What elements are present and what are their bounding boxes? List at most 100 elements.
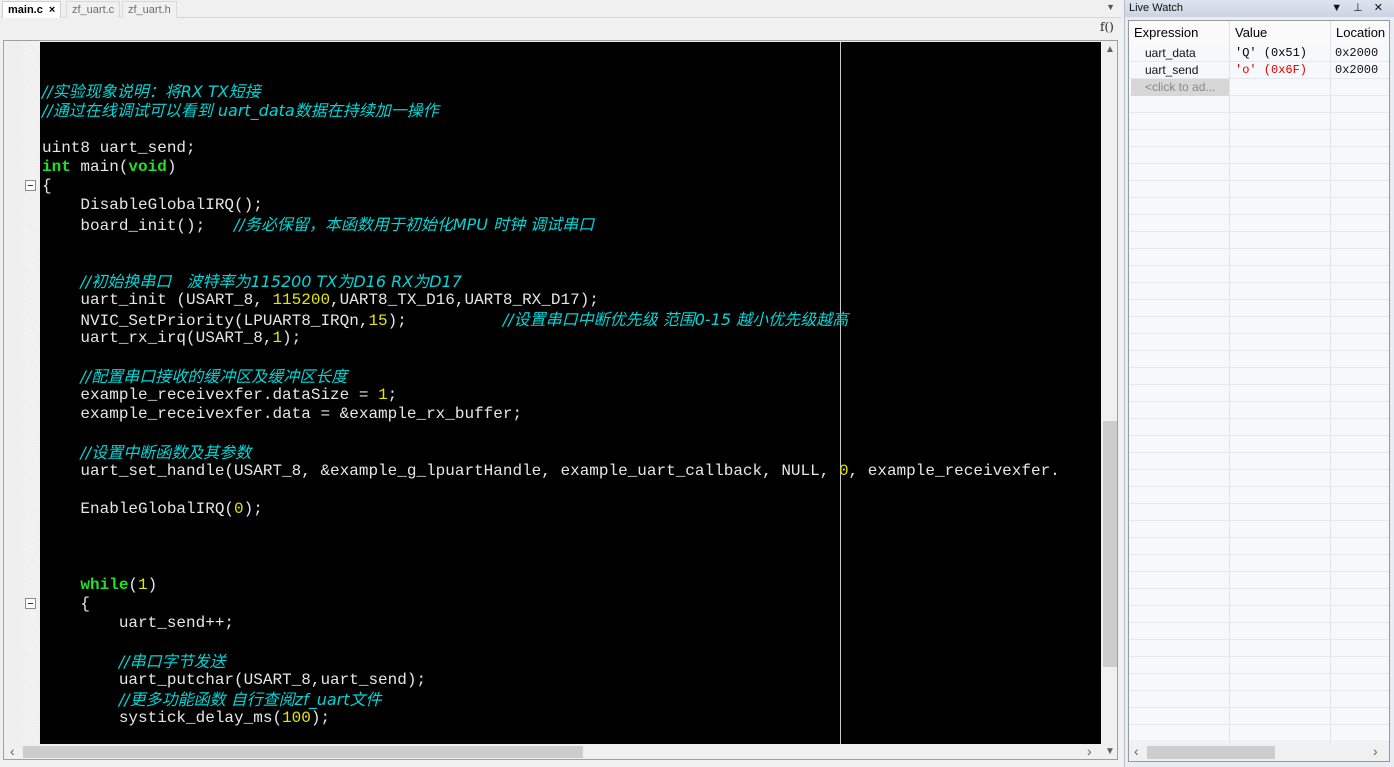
collapse-block-icon[interactable]	[25, 598, 36, 609]
tab-label: main.c	[8, 4, 43, 16]
code-line[interactable]: {	[42, 177, 52, 196]
collapse-block-icon[interactable]	[25, 180, 36, 191]
code-line[interactable]: //串口字节发送	[42, 652, 226, 671]
empty-watch-row	[1129, 657, 1389, 674]
code-keyword: void	[128, 158, 167, 176]
code-number: 15	[368, 312, 388, 330]
code-line[interactable]: uart_send++;	[42, 614, 234, 633]
column-header-location[interactable]: Location	[1331, 21, 1389, 45]
horizontal-scrollbar[interactable]: ‹ ›	[5, 743, 1101, 759]
tab-main-c[interactable]: main.c ×	[2, 1, 62, 18]
empty-watch-row	[1129, 504, 1389, 521]
watch-add-row[interactable]: <click to ad...	[1129, 79, 1389, 96]
code-comment: //初始换串口 波特率为115200 TX为D16 RX为D17	[80, 272, 462, 291]
close-icon[interactable]: ×	[49, 4, 55, 16]
watch-value: 'o' (0x6F)	[1235, 63, 1308, 77]
scroll-left-icon[interactable]: ‹	[1134, 743, 1139, 759]
empty-watch-row	[1129, 317, 1389, 334]
empty-watch-row	[1129, 232, 1389, 249]
empty-watch-row	[1129, 538, 1389, 555]
tab-label: zf_uart.c	[72, 4, 115, 16]
empty-watch-row	[1129, 521, 1389, 538]
code-number: 1	[378, 386, 388, 404]
code-text: uart_send++;	[42, 614, 235, 632]
scroll-left-icon[interactable]: ‹	[10, 743, 15, 759]
watch-row[interactable]: uart_data 'Q' (0x51) 0x2000	[1129, 45, 1389, 62]
empty-watch-row	[1129, 334, 1389, 351]
code-text: )	[166, 158, 177, 176]
code-comment: //实验现象说明：将RX TX短接	[42, 82, 261, 101]
code-line[interactable]: example_receivexfer.dataSize = 1;	[42, 386, 397, 405]
column-header-value[interactable]: Value	[1230, 21, 1330, 45]
tab-zf-uart-h[interactable]: zf_uart.h	[122, 1, 177, 18]
scroll-right-icon[interactable]: ›	[1087, 743, 1092, 759]
code-line[interactable]: systick_delay_ms(100);	[42, 709, 330, 728]
empty-watch-row	[1129, 130, 1389, 147]
code-line[interactable]: //更多功能函数 自行查阅zf_uart文件	[42, 690, 382, 709]
watch-horizontal-scroll-thumb[interactable]	[1147, 746, 1275, 759]
empty-watch-row	[1129, 453, 1389, 470]
code-comment: //串口字节发送	[118, 652, 226, 671]
code-text: {	[42, 177, 52, 195]
vertical-scrollbar[interactable]: ▲ ▼	[1101, 42, 1117, 757]
empty-watch-row	[1129, 147, 1389, 164]
code-text: ,UART8_TX_D16,UART8_RX_D17);	[330, 291, 599, 309]
panel-window-controls[interactable]: ▼ ⊥ ✕	[1331, 0, 1387, 17]
code-text: NVIC_SetPriority(LPUART8_IRQn,	[42, 312, 369, 330]
horizontal-scroll-thumb[interactable]	[23, 746, 583, 758]
code-number: 0	[234, 500, 244, 518]
code-line[interactable]: uart_putchar(USART_8,uart_send);	[42, 671, 426, 690]
function-navigator-icon[interactable]: f()	[1100, 20, 1114, 34]
code-line[interactable]: board_init(); //务必保留，本函数用于初始化MPU 时钟 调试串口	[42, 215, 595, 235]
watch-value: 'Q' (0x51)	[1235, 46, 1308, 60]
code-line[interactable]: //配置串口接收的缓冲区及缓冲区长度	[42, 367, 347, 386]
code-line[interactable]: {	[42, 595, 90, 614]
watch-horizontal-scrollbar[interactable]: ‹ ›	[1129, 743, 1389, 761]
code-line[interactable]: DisableGlobalIRQ();	[42, 196, 262, 215]
code-text: example_receivexfer.dataSize =	[42, 386, 379, 404]
tab-zf-uart-c[interactable]: zf_uart.c	[66, 1, 121, 18]
tab-list-dropdown-icon[interactable]: ▼	[1106, 2, 1115, 12]
code-line[interactable]: uart_rx_irq(USART_8,1);	[42, 329, 301, 348]
code-line[interactable]: example_receivexfer.data = &example_rx_b…	[42, 405, 522, 424]
scroll-down-icon[interactable]: ▼	[1105, 746, 1115, 757]
code-line[interactable]: //设置中断函数及其参数	[42, 443, 251, 462]
code-line[interactable]: while(1)	[42, 576, 157, 595]
watch-row[interactable]: uart_send 'o' (0x6F) 0x2000	[1129, 62, 1389, 79]
code-text: ;	[387, 386, 398, 404]
code-text: uint8 uart_send;	[42, 139, 196, 157]
empty-watch-row	[1129, 606, 1389, 623]
code-line[interactable]: NVIC_SetPriority(LPUART8_IRQn,15); //设置串…	[42, 310, 849, 330]
code-line[interactable]: //实验现象说明：将RX TX短接	[42, 82, 261, 101]
code-comment: //设置串口中断优先级 范围0-15 越小优先级越高	[502, 310, 849, 329]
empty-watch-row	[1129, 249, 1389, 266]
tab-label: zf_uart.h	[128, 4, 171, 16]
empty-watch-row	[1129, 402, 1389, 419]
code-line[interactable]: uint8 uart_send;	[42, 139, 196, 158]
code-area[interactable]: //实验现象说明：将RX TX短接//通过在线调试可以看到 uart_data数…	[40, 42, 1101, 744]
code-comment: //务必保留，本函数用于初始化MPU 时钟 调试串口	[234, 215, 595, 234]
column-header-expression[interactable]: Expression	[1129, 21, 1229, 45]
code-line[interactable]: uart_init (USART_8, 115200,UART8_TX_D16,…	[42, 291, 599, 310]
code-text: uart_rx_irq(USART_8,	[42, 329, 273, 347]
empty-watch-row	[1129, 96, 1389, 113]
code-text: );	[282, 329, 302, 347]
empty-watch-row	[1129, 164, 1389, 181]
vertical-scroll-thumb[interactable]	[1103, 421, 1117, 667]
empty-watch-row	[1129, 589, 1389, 606]
scroll-up-icon[interactable]: ▲	[1105, 44, 1115, 55]
empty-watch-row	[1129, 419, 1389, 436]
code-line[interactable]: //初始换串口 波特率为115200 TX为D16 RX为D17	[42, 272, 462, 291]
code-line[interactable]: uart_set_handle(USART_8, &example_g_lpua…	[42, 462, 1059, 481]
code-line[interactable]: //通过在线调试可以看到 uart_data数据在持续加一操作	[42, 101, 439, 120]
code-line[interactable]: EnableGlobalIRQ(0);	[42, 500, 262, 519]
scroll-right-icon[interactable]: ›	[1373, 743, 1378, 759]
live-watch-panel: Live Watch ▼ ⊥ ✕ Expression Value Locati…	[1124, 0, 1394, 767]
add-expression-placeholder[interactable]: <click to ad...	[1131, 79, 1229, 96]
code-line[interactable]: int main(void)	[42, 158, 176, 177]
watch-table: Expression Value Location uart_data 'Q' …	[1128, 20, 1390, 762]
code-text: )	[147, 576, 158, 594]
empty-watch-row	[1129, 113, 1389, 130]
